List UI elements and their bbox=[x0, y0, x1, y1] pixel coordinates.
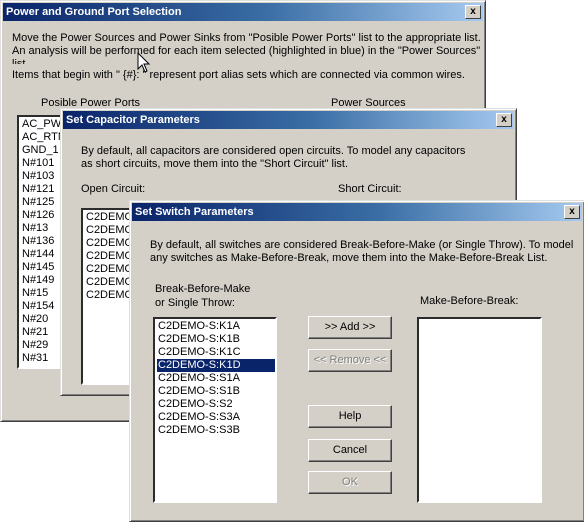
ok-button[interactable]: OK bbox=[308, 471, 392, 494]
list-item[interactable]: C2DEMO-S:K1D bbox=[157, 359, 275, 372]
switch-dialog: Set Switch Parameters x By default, all … bbox=[129, 200, 584, 522]
list-item[interactable]: AC_PW bbox=[21, 118, 65, 131]
list-item[interactable]: AC_RTN bbox=[21, 131, 65, 144]
list-item[interactable]: C2DEMO-S:K1A bbox=[157, 320, 275, 333]
close-icon: x bbox=[501, 114, 507, 125]
ports-items: AC_PW AC_RTN GND_1 N#101 N#103 N#121 N#125 N#12… bbox=[21, 118, 65, 365]
list-item[interactable]: N#149 bbox=[21, 274, 65, 287]
list-item[interactable]: N#136 bbox=[21, 235, 65, 248]
short-circuit-label: Short Circuit: bbox=[338, 183, 402, 195]
list-item[interactable]: N#21 bbox=[21, 326, 65, 339]
list-item[interactable]: N#125 bbox=[21, 196, 65, 209]
power-ground-instr-2: An analysis will be performed for each i… bbox=[12, 45, 481, 57]
list-item[interactable]: C2DEMO-S:S1A bbox=[157, 372, 275, 385]
list-item[interactable]: C2DEMO-S:S3A bbox=[157, 411, 275, 424]
switch-instr-2: any switches as Make-Before-Break, move … bbox=[150, 252, 548, 264]
list-item[interactable]: N#29 bbox=[21, 339, 65, 352]
bbm-list[interactable]: C2DEMO-S:K1A C2DEMO-S:K1B C2DEMO-S:K1C C2DE… bbox=[153, 317, 277, 503]
capacitor-close-button[interactable]: x bbox=[496, 113, 512, 127]
list-item[interactable]: N#31 bbox=[21, 352, 65, 365]
capacitor-titlebar[interactable]: Set Capacitor Parameters x bbox=[63, 111, 514, 129]
list-item[interactable]: GND_1 bbox=[21, 144, 65, 157]
close-icon: x bbox=[470, 6, 476, 17]
switch-titlebar[interactable]: Set Switch Parameters x bbox=[132, 203, 582, 221]
capacitor-instr-2: as short circuits, move them into the "S… bbox=[81, 158, 349, 170]
power-ground-close-button[interactable]: x bbox=[465, 5, 481, 19]
switch-title: Set Switch Parameters bbox=[135, 206, 254, 218]
power-ground-instr-1: Move the Power Sources and Power Sinks f… bbox=[12, 32, 481, 44]
list-item[interactable]: N#121 bbox=[21, 183, 65, 196]
switch-instr-1: By default, all switches are considered … bbox=[150, 239, 574, 251]
list-item[interactable]: C2DEMO-S:K1C bbox=[157, 346, 275, 359]
close-icon: x bbox=[569, 206, 575, 217]
bbm-label-line1: Break-Before-Make bbox=[155, 283, 251, 295]
power-ground-titlebar[interactable]: Power and Ground Port Selection x bbox=[3, 3, 483, 21]
capacitor-instr-1: By default, all capacitors are considere… bbox=[81, 145, 466, 157]
list-item[interactable]: N#154 bbox=[21, 300, 65, 313]
list-item[interactable]: N#126 bbox=[21, 209, 65, 222]
list-item[interactable]: N#15 bbox=[21, 287, 65, 300]
power-ground-title: Power and Ground Port Selection bbox=[6, 6, 182, 18]
add-button[interactable]: >> Add >> bbox=[308, 316, 392, 339]
capacitor-title: Set Capacitor Parameters bbox=[66, 114, 200, 126]
list-item[interactable]: N#20 bbox=[21, 313, 65, 326]
list-item[interactable]: N#101 bbox=[21, 157, 65, 170]
list-item[interactable]: N#103 bbox=[21, 170, 65, 183]
mouse-cursor-icon bbox=[137, 52, 151, 73]
open-circuit-label: Open Circuit: bbox=[81, 183, 146, 195]
list-item[interactable]: C2DEMO-S:S3B bbox=[157, 424, 275, 437]
mbb-label: Make-Before-Break: bbox=[420, 295, 519, 307]
cancel-button[interactable]: Cancel bbox=[308, 439, 392, 462]
list-item[interactable]: N#144 bbox=[21, 248, 65, 261]
list-item[interactable]: C2DEMO-S:K1B bbox=[157, 333, 275, 346]
list-item[interactable]: N#145 bbox=[21, 261, 65, 274]
list-item[interactable]: C2DEMO-S:S1B bbox=[157, 385, 275, 398]
switch-close-button[interactable]: x bbox=[564, 205, 580, 219]
power-ground-instr-4: Items that begin with " {#}: " represent… bbox=[12, 69, 465, 81]
mbb-list[interactable] bbox=[417, 317, 542, 503]
list-item[interactable]: N#13 bbox=[21, 222, 65, 235]
remove-button[interactable]: << Remove << bbox=[308, 349, 392, 372]
bbm-items: C2DEMO-S:K1A C2DEMO-S:K1B C2DEMO-S:K1C C2DE… bbox=[157, 320, 275, 437]
power-ground-instr-3: list. bbox=[12, 58, 29, 64]
list-item[interactable]: C2DEMO-S:S2 bbox=[157, 398, 275, 411]
help-button[interactable]: Help bbox=[308, 405, 392, 428]
bbm-label-line2: or Single Throw: bbox=[155, 297, 235, 309]
